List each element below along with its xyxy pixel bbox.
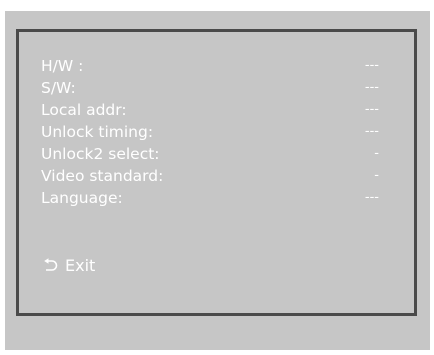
info-value: --- (364, 102, 379, 117)
info-row-hardware: H/W : --- (41, 55, 379, 77)
info-value: - (374, 146, 379, 161)
info-label: S/W: (41, 79, 76, 97)
info-row-unlock2-select: Unlock2 select: - (41, 143, 379, 165)
info-value: --- (364, 58, 379, 73)
info-row-language: Language: --- (41, 187, 379, 209)
info-value: - (374, 168, 379, 183)
info-label: Local addr: (41, 101, 127, 119)
info-label: Video standard: (41, 167, 164, 185)
info-value: --- (364, 80, 379, 95)
info-row-video-standard: Video standard: - (41, 165, 379, 187)
info-value: --- (364, 124, 379, 139)
exit-label: Exit (65, 255, 96, 275)
info-value: --- (364, 190, 379, 205)
info-label: H/W : (41, 57, 84, 75)
info-row-local-addr: Local addr: --- (41, 99, 379, 121)
back-arrow-icon (41, 257, 59, 273)
exit-button[interactable]: Exit (41, 254, 95, 276)
device-info-screen: H/W : --- S/W: --- Local addr: --- Unloc… (5, 11, 430, 350)
info-label: Unlock timing: (41, 123, 154, 141)
info-list: H/W : --- S/W: --- Local addr: --- Unloc… (41, 55, 379, 209)
info-row-software: S/W: --- (41, 77, 379, 99)
info-row-unlock-timing: Unlock timing: --- (41, 121, 379, 143)
info-label: Unlock2 select: (41, 145, 160, 163)
info-label: Language: (41, 189, 123, 207)
